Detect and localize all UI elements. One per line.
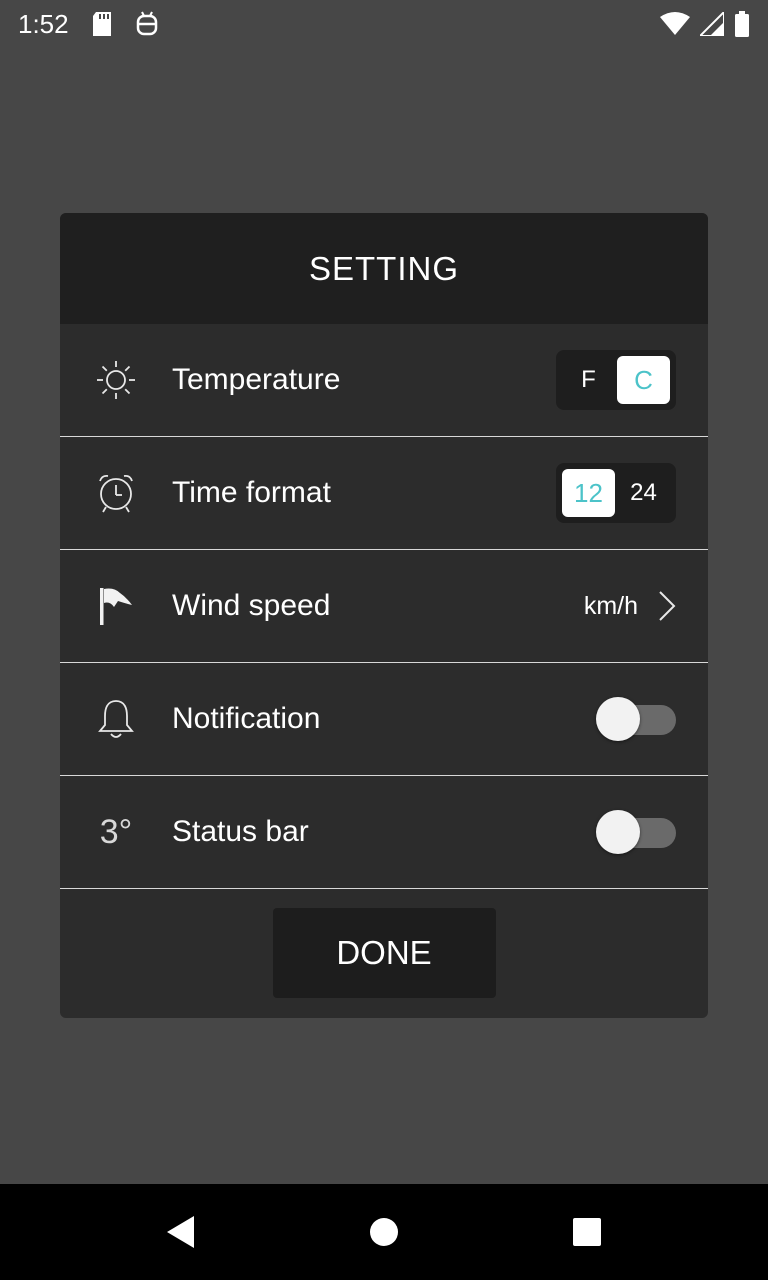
chevron-right-icon bbox=[658, 590, 676, 622]
wifi-icon bbox=[660, 12, 690, 36]
status-time: 1:52 bbox=[18, 8, 69, 39]
status-bar-row: 3° Status bar bbox=[60, 776, 708, 889]
recents-icon[interactable] bbox=[572, 1217, 602, 1247]
time-format-row: Time format 12 24 bbox=[60, 437, 708, 550]
temperature-row: Temperature F C bbox=[60, 324, 708, 437]
dialog-header: SETTING bbox=[60, 213, 708, 324]
settings-dialog: SETTING Temperature F C Time format 12 2… bbox=[60, 213, 708, 1018]
home-icon[interactable] bbox=[369, 1217, 399, 1247]
status-bar-temp-icon: 3° bbox=[99, 812, 133, 851]
sd-card-icon bbox=[91, 11, 113, 37]
notification-label: Notification bbox=[172, 702, 321, 735]
temperature-label: Temperature bbox=[172, 363, 341, 396]
time-format-switch: 12 24 bbox=[556, 463, 676, 523]
temperature-option-c[interactable]: C bbox=[617, 356, 670, 404]
status-bar-toggle-knob bbox=[596, 810, 640, 854]
wind-flag-icon bbox=[96, 585, 136, 627]
bell-icon bbox=[97, 698, 135, 740]
notification-row: Notification bbox=[60, 663, 708, 776]
wind-speed-label: Wind speed bbox=[172, 589, 331, 622]
notification-toggle[interactable] bbox=[596, 694, 676, 744]
status-bar-label: Status bar bbox=[172, 815, 309, 848]
android-icon bbox=[135, 11, 159, 37]
status-bar: 1:52 bbox=[0, 0, 768, 48]
time-format-option-12[interactable]: 12 bbox=[562, 469, 615, 517]
back-icon[interactable] bbox=[166, 1215, 196, 1249]
notification-toggle-knob bbox=[596, 697, 640, 741]
signal-icon bbox=[700, 12, 724, 36]
navigation-bar bbox=[0, 1184, 768, 1280]
alarm-clock-icon bbox=[95, 472, 137, 514]
dialog-title: SETTING bbox=[308, 249, 459, 287]
wind-speed-row[interactable]: Wind speed km/h bbox=[60, 550, 708, 663]
temperature-option-f[interactable]: F bbox=[562, 356, 615, 404]
wind-speed-value: km/h bbox=[583, 591, 638, 620]
battery-icon bbox=[734, 11, 750, 37]
status-bar-toggle[interactable] bbox=[596, 807, 676, 857]
done-button[interactable]: DONE bbox=[272, 908, 496, 998]
time-format-label: Time format bbox=[172, 476, 331, 509]
sun-icon bbox=[95, 359, 137, 401]
time-format-option-24[interactable]: 24 bbox=[617, 469, 670, 517]
temperature-unit-switch: F C bbox=[556, 350, 676, 410]
